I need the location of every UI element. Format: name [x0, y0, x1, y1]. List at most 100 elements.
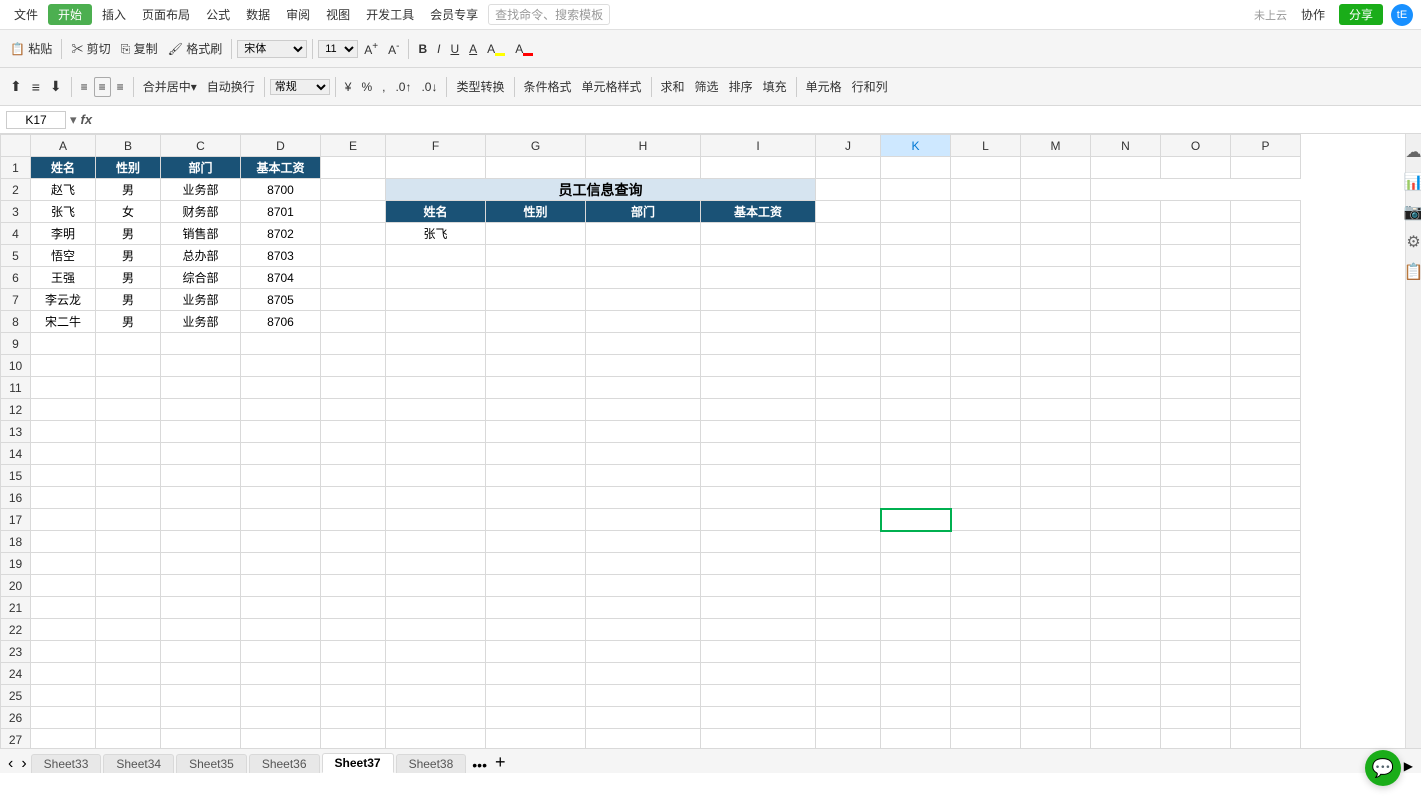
cell-n26[interactable] — [1091, 707, 1161, 729]
cell-n2[interactable] — [881, 179, 951, 201]
cell-a10[interactable] — [31, 355, 96, 377]
cell-i20[interactable] — [701, 575, 816, 597]
cell-h7[interactable] — [586, 289, 701, 311]
cell-o26[interactable] — [1161, 707, 1231, 729]
cell-e10[interactable] — [321, 355, 386, 377]
cell-i19[interactable] — [701, 553, 816, 575]
cell-i8[interactable] — [701, 311, 816, 333]
cell-o21[interactable] — [1161, 597, 1231, 619]
cell-k16[interactable] — [881, 487, 951, 509]
cell-c23[interactable] — [161, 641, 241, 663]
col-header-p[interactable]: P — [1231, 135, 1301, 157]
cell-m22[interactable] — [1021, 619, 1091, 641]
cell-k26[interactable] — [881, 707, 951, 729]
cell-h6[interactable] — [586, 267, 701, 289]
cell-h8[interactable] — [586, 311, 701, 333]
cell-d11[interactable] — [241, 377, 321, 399]
cell-c7[interactable]: 业务部 — [161, 289, 241, 311]
row-header-9[interactable]: 9 — [1, 333, 31, 355]
cell-i7[interactable] — [701, 289, 816, 311]
cell-b22[interactable] — [96, 619, 161, 641]
cell-c12[interactable] — [161, 399, 241, 421]
cell-j14[interactable] — [816, 443, 881, 465]
cell-p20[interactable] — [1231, 575, 1301, 597]
cell-e20[interactable] — [321, 575, 386, 597]
cell-g19[interactable] — [486, 553, 586, 575]
cell-p8[interactable] — [1231, 311, 1301, 333]
cell-a17[interactable] — [31, 509, 96, 531]
cell-l18[interactable] — [951, 531, 1021, 553]
cell-p1[interactable] — [1231, 157, 1301, 179]
cell-c4[interactable]: 销售部 — [161, 223, 241, 245]
cell-k12[interactable] — [881, 399, 951, 421]
cell-h21[interactable] — [586, 597, 701, 619]
cell-b19[interactable] — [96, 553, 161, 575]
cell-c6[interactable]: 综合部 — [161, 267, 241, 289]
cell-o14[interactable] — [1161, 443, 1231, 465]
cell-j20[interactable] — [816, 575, 881, 597]
cell-o6[interactable] — [1161, 267, 1231, 289]
cell-e5[interactable] — [321, 245, 386, 267]
cell-m14[interactable] — [1021, 443, 1091, 465]
row-header-22[interactable]: 22 — [1, 619, 31, 641]
sidebar-icon-1[interactable]: ☁ — [1406, 142, 1421, 162]
cell-l6[interactable] — [951, 267, 1021, 289]
cell-l16[interactable] — [951, 487, 1021, 509]
cell-p10[interactable] — [1231, 355, 1301, 377]
cell-e17[interactable] — [321, 509, 386, 531]
dec-decrease-button[interactable]: .0↓ — [417, 78, 441, 96]
collaborate-btn[interactable]: 协作 — [1295, 6, 1331, 23]
cell-g14[interactable] — [486, 443, 586, 465]
cell-o23[interactable] — [1161, 641, 1231, 663]
cell-b27[interactable] — [96, 729, 161, 749]
cell-n6[interactable] — [1091, 267, 1161, 289]
cell-d10[interactable] — [241, 355, 321, 377]
paste-button[interactable]: 📋 粘贴 — [6, 38, 56, 59]
cell-c5[interactable]: 总办部 — [161, 245, 241, 267]
cell-j15[interactable] — [816, 465, 881, 487]
cell-i23[interactable] — [701, 641, 816, 663]
cell-k8[interactable] — [881, 311, 951, 333]
cell-f9[interactable] — [386, 333, 486, 355]
cell-i4[interactable] — [701, 223, 816, 245]
cell-a18[interactable] — [31, 531, 96, 553]
cell-a12[interactable] — [31, 399, 96, 421]
cell-h25[interactable] — [586, 685, 701, 707]
cell-l19[interactable] — [951, 553, 1021, 575]
cell-e2[interactable] — [321, 179, 386, 201]
menu-data[interactable]: 数据 — [240, 6, 276, 23]
cell-h11[interactable] — [586, 377, 701, 399]
cell-f25[interactable] — [386, 685, 486, 707]
cut-button[interactable]: ✂ 剪切 — [67, 38, 114, 59]
cell-j4[interactable] — [816, 223, 881, 245]
cell-n8[interactable] — [1091, 311, 1161, 333]
cell-l21[interactable] — [951, 597, 1021, 619]
cell-g15[interactable] — [486, 465, 586, 487]
cell-d20[interactable] — [241, 575, 321, 597]
cell-c3[interactable]: 财务部 — [161, 201, 241, 223]
cell-n24[interactable] — [1091, 663, 1161, 685]
sidebar-icon-5[interactable]: 📋 — [1404, 262, 1421, 282]
cell-e9[interactable] — [321, 333, 386, 355]
sort-button[interactable]: 排序 — [725, 76, 757, 97]
grid-wrapper[interactable]: A B C D E F G H I J K L M N O — [0, 134, 1405, 748]
cell-d22[interactable] — [241, 619, 321, 641]
cell-e6[interactable] — [321, 267, 386, 289]
cell-g17[interactable] — [486, 509, 586, 531]
cell-l3[interactable] — [951, 201, 1021, 223]
cell-i16[interactable] — [701, 487, 816, 509]
row-header-8[interactable]: 8 — [1, 311, 31, 333]
cell-j22[interactable] — [816, 619, 881, 641]
cell-j27[interactable] — [816, 729, 881, 749]
cell-d23[interactable] — [241, 641, 321, 663]
cell-l24[interactable] — [951, 663, 1021, 685]
cell-n17[interactable] — [1091, 509, 1161, 531]
cell-e18[interactable] — [321, 531, 386, 553]
cell-m21[interactable] — [1021, 597, 1091, 619]
cell-p2[interactable] — [1021, 179, 1091, 201]
cond-format-button[interactable]: 条件格式 — [520, 76, 576, 97]
cell-f16[interactable] — [386, 487, 486, 509]
cell-d9[interactable] — [241, 333, 321, 355]
cell-f12[interactable] — [386, 399, 486, 421]
type-convert-button[interactable]: 类型转换 — [452, 76, 508, 97]
